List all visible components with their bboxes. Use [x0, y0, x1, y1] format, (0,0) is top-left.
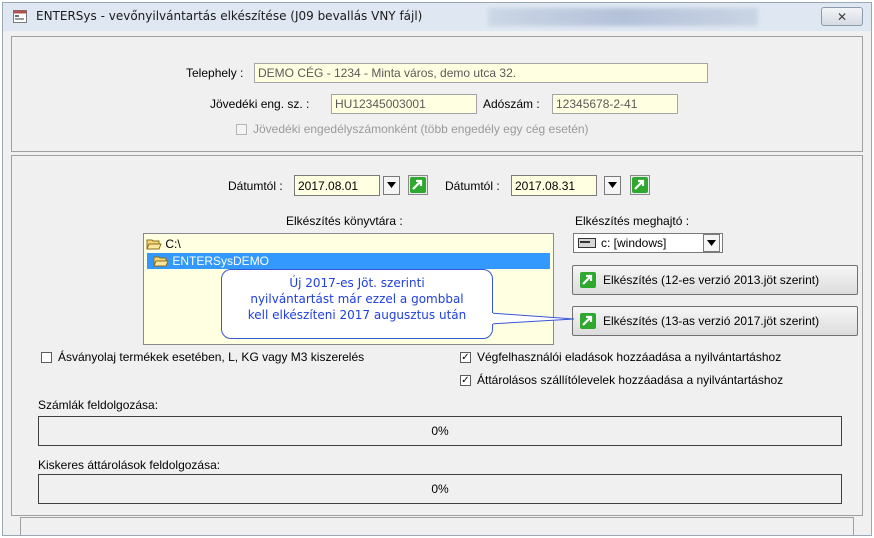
callout-line-3: kell elkészíteni 2017 augusztus után	[247, 308, 467, 322]
status-bar	[20, 517, 854, 535]
create-v13-label: Elkészítés (13-as verzió 2017.jöt szerin…	[603, 314, 820, 328]
drive-dropdown[interactable]	[703, 234, 720, 252]
attarolasos-label: Áttárolásos szállítólevelek hozzáadása a…	[477, 373, 784, 387]
vegfelhasznaloi-checkbox[interactable]: ✓	[460, 352, 471, 363]
create-v12-button[interactable]: Elkészítés (12-es verzió 2013.jöt szerin…	[572, 265, 858, 295]
refresh-arrow-icon	[632, 177, 648, 193]
drive-select[interactable]: c: [windows]	[573, 233, 723, 253]
asvanyolaj-label: Ásványolaj termékek esetében, L, KG vagy…	[58, 350, 365, 364]
kiskeres-progress-value: 0%	[431, 482, 449, 496]
chevron-down-icon	[387, 182, 396, 188]
directory-item-root[interactable]: C:\	[146, 236, 550, 252]
kiskeres-progress-bar: 0%	[38, 474, 842, 504]
directory-label: Elkészítés könyvtára :	[286, 214, 403, 228]
app-window-icon	[13, 10, 27, 23]
szamlak-progress-value: 0%	[431, 424, 449, 438]
vegfelhasznaloi-label: Végfelhasználói eladások hozzáadása a ny…	[477, 350, 782, 364]
drive-value: c: [windows]	[601, 236, 667, 250]
create-v13-button[interactable]: Elkészítés (13-as verzió 2017.jöt szerin…	[572, 306, 858, 336]
directory-item-selected[interactable]: ENTERSysDEMO	[147, 253, 550, 269]
telephely-field[interactable]: DEMO CÉG - 1234 - Minta város, demo utca…	[254, 63, 708, 83]
chevron-down-icon	[608, 182, 617, 188]
callout-line-1: Új 2017-es Jöt. szerinti	[289, 276, 425, 290]
callout-joint	[489, 313, 493, 324]
date-to-go-button[interactable]	[630, 175, 650, 195]
engedely-checkbox-label: Jövedéki engedélyszámonként (több engedé…	[253, 122, 589, 136]
create-v12-label: Elkészítés (12-es verzió 2013.jöt szerin…	[603, 273, 820, 287]
szamlak-progress-label: Számlák feldolgozása:	[38, 398, 159, 412]
date-to-input[interactable]: 2017.08.31	[511, 175, 597, 196]
folder-open-icon	[153, 256, 169, 267]
drive-label: Elkészítés meghajtó :	[575, 214, 690, 228]
callout-pointer	[490, 312, 575, 325]
adoszam-label: Adószám :	[483, 97, 540, 111]
chevron-down-icon	[707, 240, 716, 246]
info-callout: Új 2017-es Jöt. szerinti nyilvántartást …	[221, 269, 493, 339]
title-bar: ENTERSys - vevőnyilvántartás elkészítése…	[3, 3, 871, 31]
hard-drive-icon	[578, 238, 596, 248]
window-title: ENTERSys - vevőnyilvántartás elkészítése…	[36, 9, 423, 23]
green-arrow-icon	[580, 313, 596, 329]
date-from-label: Dátumtól :	[228, 179, 283, 193]
directory-item-label: C:\	[165, 237, 181, 251]
jovedeki-label: Jövedéki eng. sz. :	[210, 97, 310, 111]
telephely-label: Telephely :	[186, 66, 244, 80]
blurred-title-area	[488, 8, 758, 26]
date-from-dropdown[interactable]	[383, 176, 400, 195]
date-from-go-button[interactable]	[408, 175, 428, 195]
date-from-input[interactable]: 2017.08.01	[294, 175, 380, 196]
folder-open-icon	[146, 239, 162, 250]
callout-line-2: nyilvántartást már ezzel a gombbal	[250, 292, 464, 306]
close-button[interactable]: ✕	[821, 7, 863, 26]
jovedeki-field[interactable]: HU12345003001	[331, 94, 477, 114]
directory-item-label: ENTERSysDEMO	[172, 254, 270, 268]
engedely-checkbox[interactable]	[236, 124, 247, 135]
kiskeres-progress-label: Kiskeres áttárolások feldolgozása:	[38, 458, 221, 472]
asvanyolaj-checkbox[interactable]	[41, 352, 52, 363]
date-to-label: Dátumtól :	[445, 179, 500, 193]
refresh-arrow-icon	[410, 177, 426, 193]
attarolasos-checkbox[interactable]: ✓	[460, 375, 471, 386]
green-arrow-icon	[580, 272, 596, 288]
adoszam-field[interactable]: 12345678-2-41	[552, 94, 678, 114]
szamlak-progress-bar: 0%	[38, 416, 842, 446]
date-to-dropdown[interactable]	[604, 176, 621, 195]
